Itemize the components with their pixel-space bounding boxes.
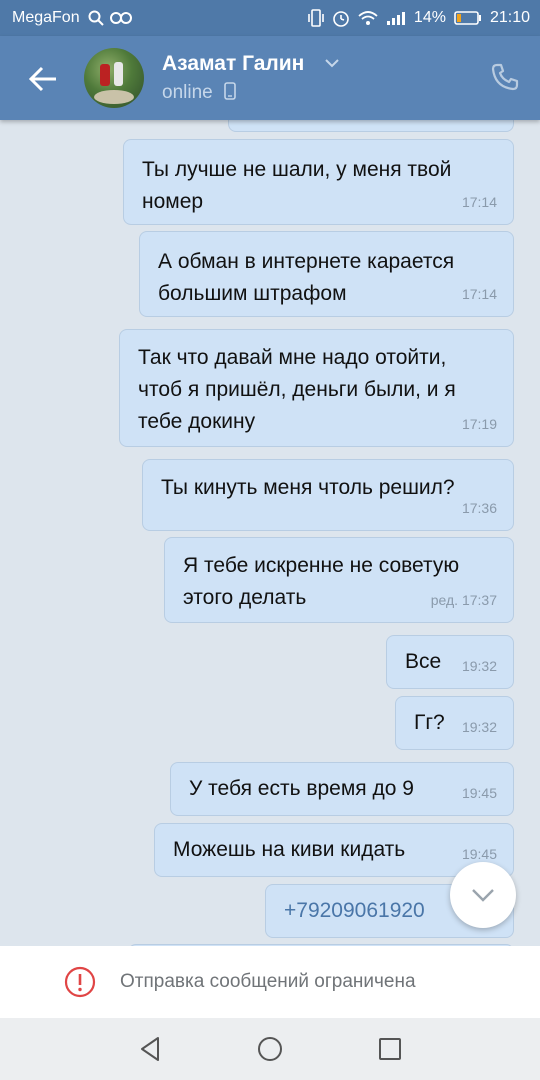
message-bubble[interactable]: Гг? 19:32 bbox=[395, 696, 514, 750]
system-nav-bar bbox=[0, 1018, 540, 1080]
battery-percent: 14% bbox=[413, 9, 446, 26]
online-status: online bbox=[162, 82, 236, 104]
message-text: Я тебе искренне не советую этого делать bbox=[183, 554, 460, 609]
message-bubble[interactable]: Ты кинуть меня чтоль решил? 17:36 bbox=[142, 459, 514, 531]
carrier-name: MegaFon bbox=[12, 9, 80, 26]
phone-number-link[interactable]: +79209061920 bbox=[284, 895, 425, 927]
glasses-icon bbox=[110, 12, 132, 24]
message-time: 19:32 bbox=[461, 719, 497, 735]
nav-back-icon[interactable] bbox=[136, 1034, 166, 1064]
status-text: online bbox=[162, 82, 213, 103]
alarm-icon bbox=[333, 11, 349, 27]
chat-header: Азамат Галин online bbox=[0, 36, 540, 120]
message-text: Так что давай мне надо отойти, чтоб я пр… bbox=[138, 346, 456, 433]
message-bubble[interactable]: А обман в интернете карается большим штр… bbox=[139, 231, 514, 317]
message-time: ред. 17:37 bbox=[430, 592, 497, 608]
restriction-text: Отправка сообщений ограничена bbox=[120, 971, 416, 992]
message-bubble[interactable]: Все 19:32 bbox=[386, 635, 514, 689]
message-bubble[interactable]: Можешь на киви кидать 19:45 bbox=[154, 823, 514, 877]
message-time: 19:32 bbox=[461, 658, 497, 674]
message-time: 17:14 bbox=[461, 194, 497, 210]
scroll-down-icon bbox=[472, 889, 494, 902]
message-time: 17:13 bbox=[462, 120, 497, 129]
message-bubble[interactable]: У тебя есть время до 9 19:45 bbox=[170, 762, 514, 816]
restriction-banner: Отправка сообщений ограничена bbox=[0, 946, 540, 1018]
message-bubble[interactable]: Так что давай мне надо отойти, чтоб я пр… bbox=[119, 329, 514, 447]
alert-icon bbox=[64, 966, 96, 998]
message-text: Все bbox=[405, 650, 442, 673]
message-bubble[interactable]: Ты лучше не шали, у меня твой номер 17:1… bbox=[123, 139, 514, 225]
message-list[interactable]: 17:13 Ты лучше не шали, у меня твой номе… bbox=[0, 120, 540, 946]
avatar[interactable] bbox=[84, 48, 144, 108]
message-bubble[interactable]: Я тебе искренне не советую этого делать … bbox=[164, 537, 514, 623]
signal-icon bbox=[386, 12, 405, 25]
message-text: У тебя есть время до 9 bbox=[189, 777, 414, 800]
status-bar: MegaFon 14% 21:10 bbox=[0, 0, 540, 36]
message-time: 17:19 bbox=[461, 416, 497, 432]
nav-recents-icon[interactable] bbox=[375, 1034, 405, 1064]
message-bubble[interactable]: 17:13 bbox=[228, 120, 514, 132]
message-text: Гг? bbox=[414, 711, 445, 734]
message-time: 17:36 bbox=[461, 500, 497, 516]
mobile-phone-icon bbox=[224, 82, 236, 100]
message-text: Можешь на киви кидать bbox=[173, 838, 406, 861]
message-text: А обман в интернете карается большим штр… bbox=[158, 250, 455, 305]
search-icon bbox=[88, 10, 104, 26]
battery-icon bbox=[454, 11, 481, 25]
message-text: Ты лучше не шали, у меня твой номер bbox=[142, 158, 452, 213]
message-text: Ты кинуть меня чтоль решил? bbox=[161, 476, 455, 499]
back-arrow-icon[interactable] bbox=[26, 62, 60, 96]
nav-home-icon[interactable] bbox=[255, 1034, 285, 1064]
scroll-down-button[interactable] bbox=[450, 862, 516, 928]
clock: 21:10 bbox=[489, 9, 530, 26]
chevron-down-icon[interactable] bbox=[324, 58, 340, 68]
message-time: 17:14 bbox=[461, 286, 497, 302]
contact-name[interactable]: Азамат Галин bbox=[162, 52, 304, 76]
vibrate-icon bbox=[308, 9, 324, 27]
wifi-icon bbox=[358, 11, 378, 25]
phone-icon[interactable] bbox=[490, 62, 520, 92]
message-time: 19:45 bbox=[461, 785, 497, 801]
